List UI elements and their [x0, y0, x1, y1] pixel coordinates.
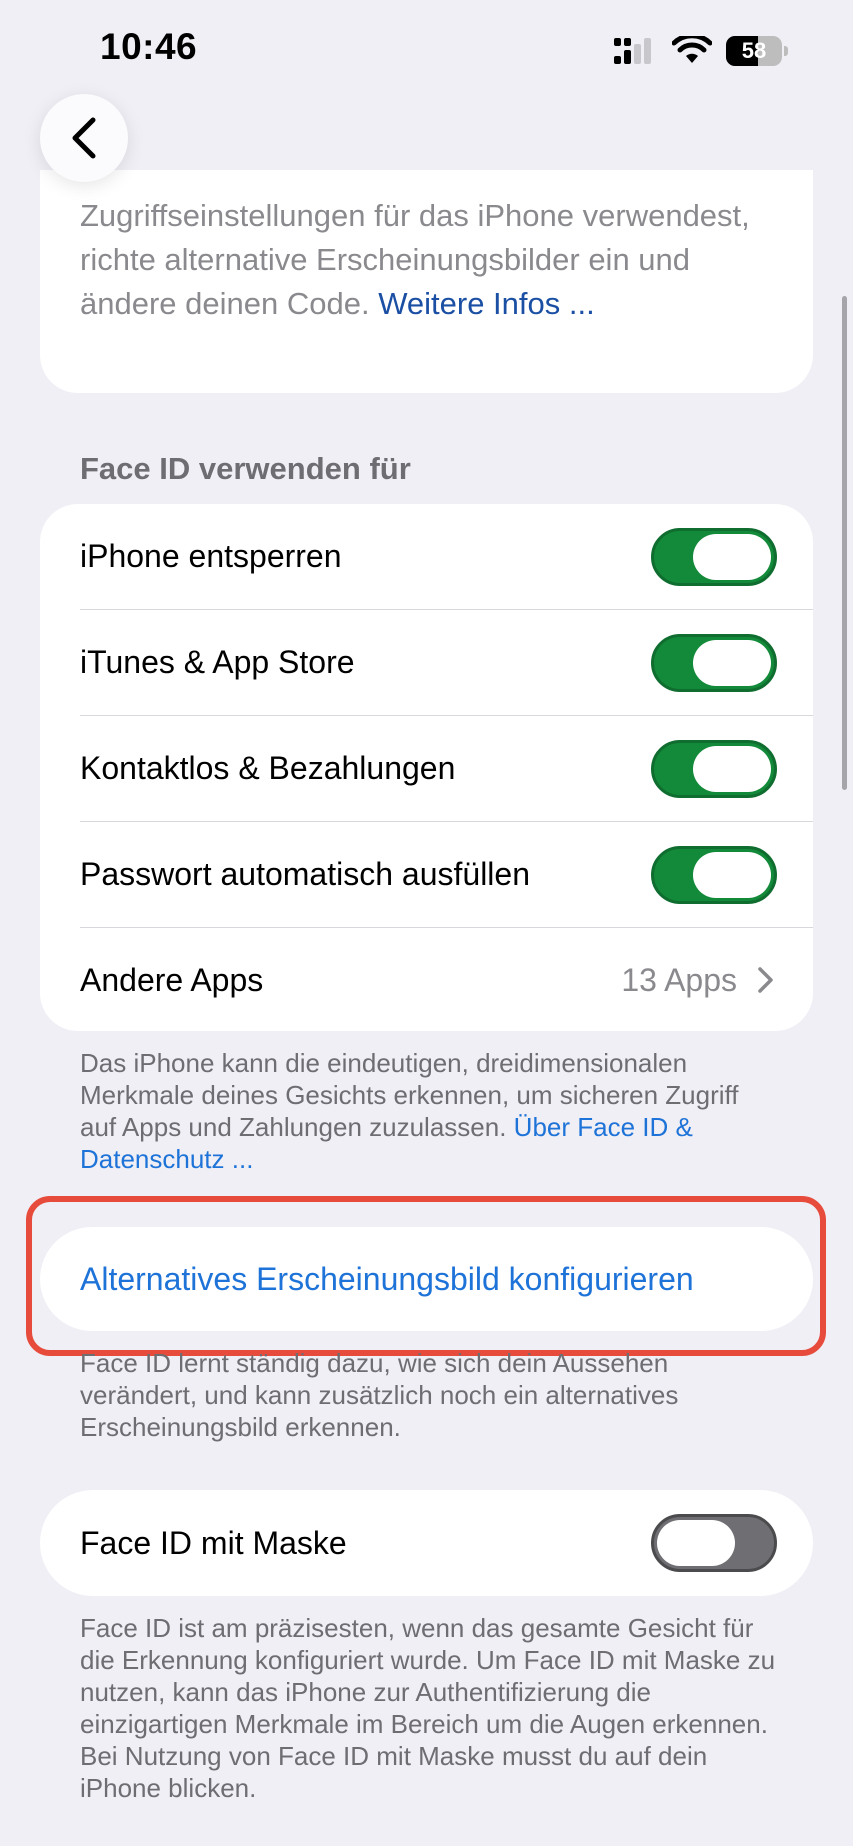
scrollbar[interactable]	[842, 296, 847, 790]
row-face-id-mask: Face ID mit Maske	[80, 1490, 813, 1596]
toggle-iphone-unlock[interactable]	[651, 528, 777, 586]
cellular-signal-icon	[614, 38, 651, 64]
row-label: Andere Apps	[80, 962, 264, 998]
row-iphone-unlock: iPhone entsperren	[80, 504, 813, 609]
chevron-left-icon	[72, 117, 96, 159]
toggle-face-id-mask[interactable]	[651, 1514, 777, 1572]
toggle-password-autofill[interactable]	[651, 846, 777, 904]
row-label: Kontaktlos & Bezahlungen	[80, 750, 456, 786]
status-bar: 10:46 58	[0, 0, 853, 100]
row-label: iPhone entsperren	[80, 538, 342, 574]
face-id-footnote: Das iPhone kann die eindeutigen, dreidim…	[80, 1047, 780, 1175]
wifi-icon	[672, 36, 712, 63]
intro-text: Zugriffseinstellungen für das iPhone ver…	[80, 194, 780, 326]
status-time: 10:46	[100, 26, 198, 67]
battery-icon: 58	[726, 36, 790, 66]
row-contactless-payments: Kontaktlos & Bezahlungen	[80, 716, 813, 821]
more-info-link[interactable]: Weitere Infos ...	[378, 286, 595, 321]
toggle-itunes-app-store[interactable]	[651, 634, 777, 692]
face-id-section-title: Face ID verwenden für	[80, 451, 411, 486]
row-other-apps[interactable]: Andere Apps 13 Apps	[80, 928, 813, 1033]
row-label: Face ID mit Maske	[80, 1525, 347, 1561]
row-label: iTunes & App Store	[80, 644, 355, 680]
highlight-box	[26, 1196, 826, 1356]
row-label: Passwort automatisch ausfüllen	[80, 856, 530, 892]
toggle-contactless-payments[interactable]	[651, 740, 777, 798]
row-itunes-app-store: iTunes & App Store	[80, 610, 813, 715]
back-button[interactable]	[40, 94, 128, 182]
face-id-mask-card: Face ID mit Maske	[40, 1490, 813, 1596]
intro-card: Zugriffseinstellungen für das iPhone ver…	[40, 170, 813, 393]
face-id-options-card: iPhone entsperren iTunes & App Store Kon…	[40, 504, 813, 1031]
mask-footnote: Face ID ist am präzisesten, wenn das ges…	[80, 1613, 776, 1803]
alternative-footnote: Face ID lernt ständig dazu, wie sich dei…	[80, 1348, 679, 1442]
other-apps-count: 13 Apps	[621, 962, 737, 998]
battery-percent: 58	[741, 38, 767, 63]
chevron-right-icon	[758, 967, 773, 993]
row-password-autofill: Passwort automatisch ausfüllen	[80, 822, 813, 927]
